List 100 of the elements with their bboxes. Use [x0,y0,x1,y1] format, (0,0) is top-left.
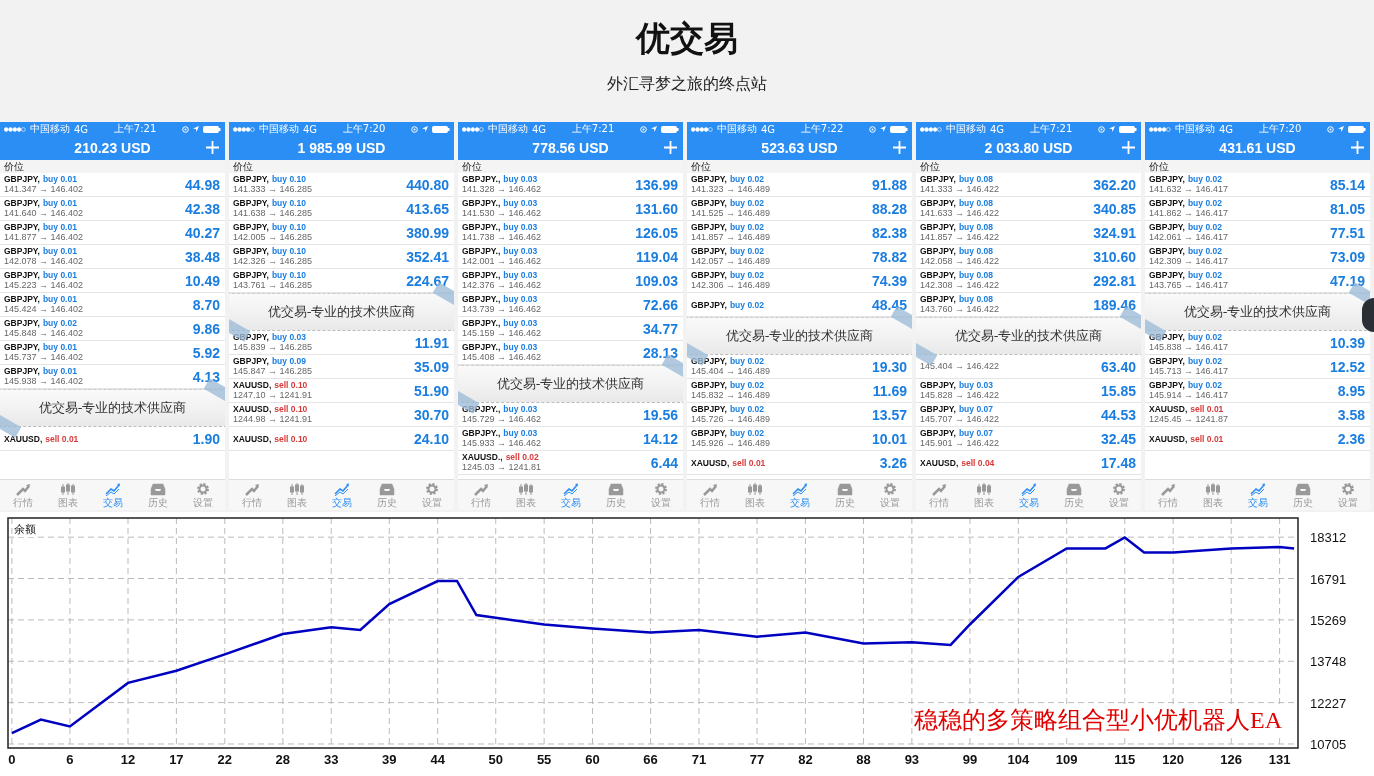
order-side: buy 0.02 [1187,332,1222,342]
add-icon[interactable] [893,141,906,154]
order-row[interactable]: GBPJPY., buy 0.03 142.001 → 146.462 119.04 [458,245,683,269]
order-row[interactable]: GBPJPY, buy 0.02 145.713 → 146.417 12.52 [1145,355,1370,379]
profit-value: 51.90 [413,382,449,399]
order-row[interactable]: GBPJPY, buy 0.10 142.005 → 146.285 380.99 [229,221,454,245]
order-row[interactable]: GBPJPY, buy 0.02 141.632 → 146.417 85.14 [1145,173,1370,197]
order-row[interactable]: GBPJPY, buy 0.01 142.078 → 146.402 38.48 [0,245,225,269]
order-row[interactable]: GBPJPY, buy 0.02 142.057 → 146.489 78.82 [687,245,912,269]
add-icon[interactable] [1351,141,1364,154]
price-range: 142.309 → 146.417 [1149,256,1229,267]
banner-text: 优交易-专业的技术供应商 [954,327,1103,345]
order-row[interactable]: XAUUSD, sell 0.10 1244.98 → 1241.91 30.70 [229,403,454,427]
order-row[interactable]: GBPJPY, buy 0.02 145.404 → 146.489 19.30 [687,355,912,379]
line-chart-icon [104,482,121,496]
order-side: buy 0.02 [729,299,764,310]
order-row[interactable]: 145.404 → 146.422 63.40 [916,355,1141,379]
order-row[interactable]: GBPJPY, buy 0.02 141.323 → 146.489 91.88 [687,173,912,197]
price-range: 145.914 → 146.417 [1149,390,1229,401]
order-row[interactable]: GBPJPY, buy 0.01 145.223 → 146.402 10.49 [0,269,225,293]
order-row[interactable]: GBPJPY, buy 0.02 141.525 → 146.489 88.28 [687,197,912,221]
order-row[interactable]: GBPJPY, buy 0.01 141.877 → 146.402 40.27 [0,221,225,245]
order-side: buy 0.03 [503,428,538,438]
price-range: 143.739 → 146.462 [462,304,542,315]
price-range: 145.901 → 146.422 [920,438,1000,449]
order-row[interactable]: GBPJPY, buy 0.01 141.347 → 146.402 44.98 [0,173,225,197]
status-time: 上午7:20 [342,122,386,136]
order-row[interactable]: GBPJPY., buy 0.03 142.376 → 146.462 109.03 [458,269,683,293]
order-row[interactable]: GBPJPY, buy 0.01 145.737 → 146.402 5.92 [0,341,225,365]
order-row[interactable]: XAUUSD., sell 0.02 1245.03 → 1241.81 6.44 [458,451,683,475]
order-row[interactable]: GBPJPY, buy 0.07 145.901 → 146.422 32.45 [916,427,1141,451]
add-icon[interactable] [206,141,219,154]
order-row[interactable]: GBPJPY, buy 0.02 142.309 → 146.417 73.09 [1145,245,1370,269]
profit-value: 126.05 [635,224,678,241]
order-row[interactable]: GBPJPY, buy 0.08 141.857 → 146.422 324.91 [916,221,1141,245]
order-row[interactable]: GBPJPY, buy 0.02 142.061 → 146.417 77.51 [1145,221,1370,245]
tick-label: 77 [749,752,765,767]
tick-label: 109 [1055,752,1078,767]
order-row[interactable]: GBPJPY, buy 0.02 145.838 → 146.417 10.39 [1145,331,1370,355]
tick-label: 99 [962,752,978,767]
order-row[interactable]: GBPJPY, buy 0.02 142.306 → 146.489 74.39 [687,269,912,293]
symbol-label: XAUUSD, [233,433,272,444]
profit-value: 77.51 [1329,224,1365,241]
profit-value: 34.77 [642,320,678,337]
order-side: sell 0.10 [274,433,308,444]
order-row[interactable]: GBPJPY, buy 0.02 145.832 → 146.489 11.69 [687,379,912,403]
profit-value: 28.13 [642,344,678,361]
battery-icon [1119,125,1137,133]
account-balance: 523.63 USD [761,140,838,156]
order-row[interactable]: GBPJPY., buy 0.03 141.530 → 146.462 131.60 [458,197,683,221]
order-side: buy 0.10 [271,246,306,256]
order-row[interactable]: XAUUSD, sell 0.01 2.36 [1145,427,1370,451]
order-row[interactable]: GBPJPY, buy 0.01 141.640 → 146.402 42.38 [0,197,225,221]
tick-label: 12 [120,752,136,767]
order-row[interactable]: GBPJPY, buy 0.10 141.333 → 146.285 440.80 [229,173,454,197]
order-row[interactable]: GBPJPY, buy 0.09 145.847 → 146.285 35.09 [229,355,454,379]
order-row[interactable]: GBPJPY, buy 0.02 141.857 → 146.489 82.38 [687,221,912,245]
order-row[interactable]: GBPJPY, buy 0.02 145.926 → 146.489 10.01 [687,427,912,451]
order-row[interactable]: XAUUSD, sell 0.10 24.10 [229,427,454,451]
symbol-label: GBPJPY, [4,174,40,184]
order-row[interactable]: GBPJPY, buy 0.08 141.333 → 146.422 362.20 [916,173,1141,197]
profit-value: 44.98 [184,176,220,193]
price-range: 145.223 → 146.402 [4,280,84,291]
order-row[interactable]: GBPJPY., buy 0.03 143.739 → 146.462 72.66 [458,293,683,317]
profit-value: 189.46 [1093,296,1136,313]
order-row[interactable]: GBPJPY., buy 0.03 145.933 → 146.462 14.12 [458,427,683,451]
order-row[interactable]: GBPJPY, buy 0.02 145.848 → 146.402 9.86 [0,317,225,341]
banner-text: 优交易-专业的技术供应商 [38,399,187,417]
order-row[interactable]: XAUUSD, sell 0.01 1245.45 → 1241.87 3.58 [1145,403,1370,427]
order-row[interactable]: GBPJPY, buy 0.07 145.707 → 146.422 44.53 [916,403,1141,427]
order-row[interactable]: XAUUSD, sell 0.01 3.26 [687,451,912,475]
order-row[interactable]: GBPJPY, buy 0.01 145.424 → 146.402 8.70 [0,293,225,317]
profit-value: 85.14 [1329,176,1365,193]
order-row[interactable]: GBPJPY, buy 0.08 142.058 → 146.422 310.60 [916,245,1141,269]
order-row[interactable]: GBPJPY, buy 0.03 145.828 → 146.422 15.85 [916,379,1141,403]
order-row[interactable]: GBPJPY, buy 0.08 141.633 → 146.422 340.85 [916,197,1141,221]
order-row[interactable]: GBPJPY, buy 0.02 145.726 → 146.489 13.57 [687,403,912,427]
order-row[interactable]: GBPJPY., buy 0.03 145.159 → 146.462 34.77 [458,317,683,341]
symbol-label: XAUUSD, [233,380,272,390]
order-row[interactable]: XAUUSD, sell 0.01 1.90 [0,427,225,451]
add-icon[interactable] [664,141,677,154]
signal-icon [4,126,26,132]
order-row[interactable]: GBPJPY., buy 0.03 141.328 → 146.462 136.99 [458,173,683,197]
order-row[interactable]: GBPJPY, buy 0.08 142.308 → 146.422 292.81 [916,269,1141,293]
price-range: 145.404 → 146.489 [691,366,771,377]
price-range: 141.347 → 146.402 [4,184,84,195]
order-row[interactable]: GBPJPY, buy 0.03 145.839 → 146.285 11.91 [229,331,454,355]
order-row[interactable]: GBPJPY, buy 0.02 141.862 → 146.417 81.05 [1145,197,1370,221]
add-icon[interactable] [1122,141,1135,154]
order-row[interactable]: GBPJPY, buy 0.10 141.638 → 146.285 413.65 [229,197,454,221]
profit-value: 136.99 [635,176,678,193]
price-range: 141.323 → 146.489 [691,184,771,195]
order-row[interactable]: GBPJPY, buy 0.10 142.326 → 146.285 352.41 [229,245,454,269]
signal-icon [1149,126,1171,132]
profit-value: 1.90 [192,430,220,447]
order-row[interactable]: GBPJPY., buy 0.03 141.738 → 146.462 126.05 [458,221,683,245]
order-row[interactable]: GBPJPY., buy 0.03 145.729 → 146.462 19.56 [458,403,683,427]
order-row[interactable]: GBPJPY, buy 0.02 145.914 → 146.417 8.95 [1145,379,1370,403]
order-row[interactable]: XAUUSD, sell 0.10 1247.10 → 1241.91 51.90 [229,379,454,403]
order-row[interactable]: XAUUSD, sell 0.04 17.48 [916,451,1141,475]
